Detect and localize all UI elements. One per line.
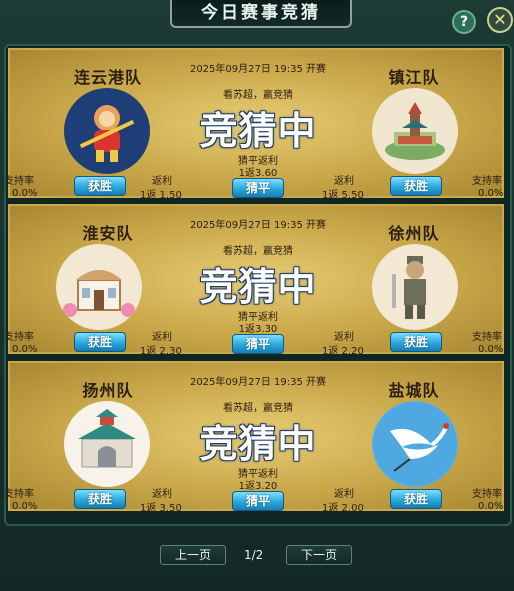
draw-odds: 1返3.30 bbox=[238, 324, 278, 335]
away-win-button[interactable]: 获胜 bbox=[390, 489, 442, 509]
gate-icon bbox=[64, 401, 150, 487]
draw-odds: 1返3.20 bbox=[238, 481, 278, 492]
match-status: 竞猜中 bbox=[199, 109, 317, 153]
away-support-value: 0.0% bbox=[478, 188, 504, 199]
draw-button[interactable]: 猜平 bbox=[232, 178, 284, 198]
away-odds: 1返 5.50 bbox=[322, 190, 364, 201]
match-card: 连云港队 镇江队 2025年09月27日 19:35 开赛 看苏超，赢竞猜 竞猜… bbox=[4, 48, 504, 201]
home-support-label: 支持率 bbox=[4, 176, 34, 187]
home-rebate-label: 返利 bbox=[152, 489, 172, 500]
home-win-button[interactable]: 获胜 bbox=[74, 489, 126, 509]
away-team-name: 镇江队 bbox=[388, 68, 440, 87]
home-support-label: 支持率 bbox=[4, 332, 34, 343]
away-support-label: 支持率 bbox=[472, 332, 502, 343]
home-team-name: 淮安队 bbox=[82, 224, 134, 243]
monkey-king-icon bbox=[64, 88, 150, 174]
home-win-button[interactable]: 获胜 bbox=[74, 176, 126, 196]
home-odds: 1返 1.50 bbox=[140, 190, 182, 201]
prev-page-button[interactable]: 上一页 bbox=[160, 545, 226, 565]
away-odds: 1返 2.20 bbox=[322, 346, 364, 357]
home-support-value: 0.0% bbox=[12, 501, 38, 512]
home-support-label: 支持率 bbox=[4, 489, 34, 500]
help-icon[interactable]: ? bbox=[452, 10, 476, 34]
away-support-value: 0.0% bbox=[478, 501, 504, 512]
close-icon[interactable]: ✕ bbox=[487, 7, 513, 33]
home-team-name: 扬州队 bbox=[82, 381, 134, 400]
away-rebate-label: 返利 bbox=[334, 176, 354, 187]
away-support-label: 支持率 bbox=[472, 176, 502, 187]
match-time: 2025年09月27日 19:35 开赛 bbox=[189, 377, 327, 388]
window-title: 今日赛事竞猜 bbox=[170, 0, 352, 28]
home-team-name: 连云港队 bbox=[73, 68, 142, 87]
away-support-value: 0.0% bbox=[478, 344, 504, 355]
away-support-label: 支持率 bbox=[472, 489, 502, 500]
away-win-button[interactable]: 获胜 bbox=[390, 176, 442, 196]
page-indicator: 1/2 bbox=[244, 548, 264, 562]
away-rebate-label: 返利 bbox=[334, 332, 354, 343]
soldier-icon bbox=[372, 244, 458, 330]
home-odds: 1返 2.30 bbox=[140, 346, 182, 357]
home-win-button[interactable]: 获胜 bbox=[74, 332, 126, 352]
match-card: 淮安队 徐州队 2025年09月27日 19:35 开赛 看苏超，赢竞猜 竞猜中… bbox=[4, 204, 504, 357]
match-time: 2025年09月27日 19:35 开赛 bbox=[189, 64, 327, 75]
away-team-name: 徐州队 bbox=[388, 224, 440, 243]
home-odds: 1返 3.50 bbox=[140, 503, 182, 514]
away-rebate-label: 返利 bbox=[334, 489, 354, 500]
crane-icon bbox=[372, 401, 458, 487]
home-rebate-label: 返利 bbox=[152, 332, 172, 343]
next-page-button[interactable]: 下一页 bbox=[286, 545, 352, 565]
temple-icon bbox=[372, 88, 458, 174]
slogan: 看苏超，赢竞猜 bbox=[223, 403, 293, 414]
away-win-button[interactable]: 获胜 bbox=[390, 332, 442, 352]
draw-button[interactable]: 猜平 bbox=[232, 334, 284, 354]
home-support-value: 0.0% bbox=[12, 344, 38, 355]
building-icon bbox=[56, 244, 142, 330]
match-card: 扬州队 盐城队 2025年09月27日 19:35 开赛 看苏超，赢竞猜 竞猜中… bbox=[4, 361, 504, 514]
slogan: 看苏超，赢竞猜 bbox=[223, 246, 293, 257]
match-status: 竞猜中 bbox=[199, 265, 317, 309]
away-odds: 1返 2.00 bbox=[322, 503, 364, 514]
away-team-name: 盐城队 bbox=[388, 381, 440, 400]
home-support-value: 0.0% bbox=[12, 188, 38, 199]
home-rebate-label: 返利 bbox=[152, 176, 172, 187]
slogan: 看苏超，赢竞猜 bbox=[223, 90, 293, 101]
match-time: 2025年09月27日 19:35 开赛 bbox=[189, 220, 327, 231]
match-status: 竞猜中 bbox=[199, 422, 317, 466]
draw-button[interactable]: 猜平 bbox=[232, 491, 284, 511]
draw-odds: 1返3.60 bbox=[238, 168, 278, 179]
